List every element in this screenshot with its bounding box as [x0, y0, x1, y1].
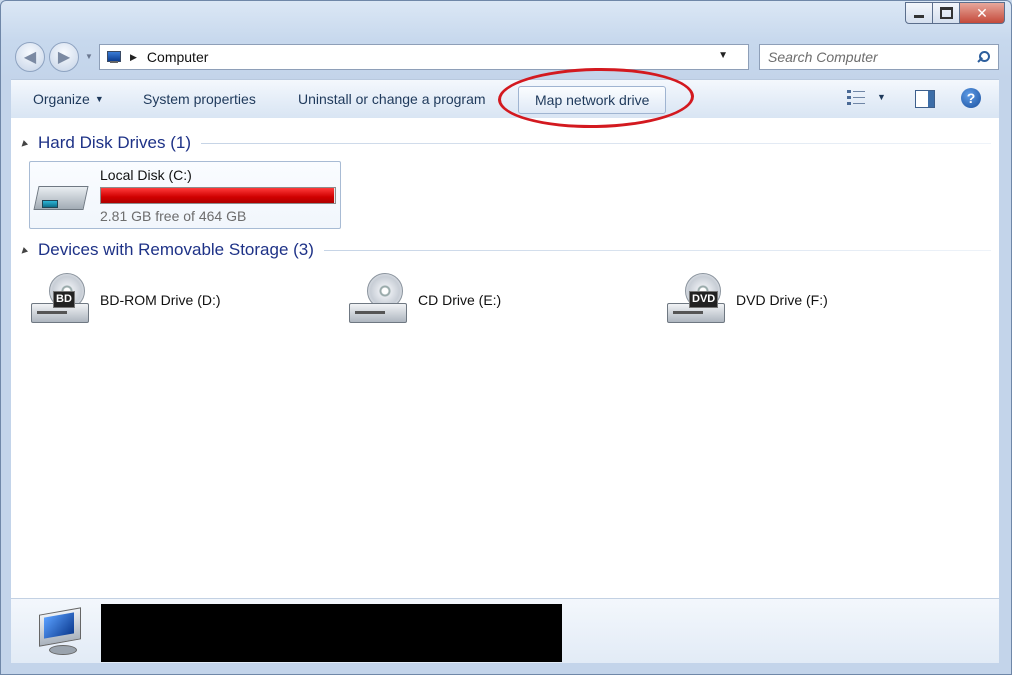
maximize-icon	[939, 7, 953, 19]
help-label: ?	[966, 90, 976, 106]
chevron-down-icon: ▼	[94, 94, 104, 104]
view-dropdown-icon[interactable]: ▼	[877, 92, 886, 102]
group-divider	[323, 249, 991, 251]
recent-pages-dropdown[interactable]: ▼	[85, 52, 93, 61]
minimize-button[interactable]	[905, 2, 933, 24]
minimize-icon	[914, 14, 924, 18]
address-dropdown-icon[interactable]: ▼	[718, 50, 728, 61]
organize-label: Organize	[33, 91, 90, 107]
preview-pane-icon[interactable]	[915, 90, 935, 108]
search-box[interactable]: Search Computer	[759, 44, 999, 70]
breadcrumb-computer[interactable]: Computer	[147, 49, 208, 65]
bd-badge: BD	[53, 291, 75, 308]
system-properties-button[interactable]: System properties	[133, 80, 266, 118]
group-header-removable[interactable]: ◀ Devices with Removable Storage (3)	[11, 239, 991, 261]
command-bar: Organize ▼ System properties Uninstall o…	[11, 79, 999, 119]
redacted-details	[101, 604, 562, 662]
caption-buttons: ✕	[905, 2, 1005, 24]
uninstall-program-label: Uninstall or change a program	[298, 91, 486, 107]
drive-usage-fill	[101, 188, 334, 203]
search-icon[interactable]	[977, 51, 990, 63]
group-title-removable: Devices with Removable Storage (3)	[38, 240, 314, 259]
explorer-window: ✕ ◀ ▶ ▼ ▶ Computer ▼ ⇆ Search Computer O…	[0, 0, 1012, 675]
dvd-drive-icon: DVD	[667, 273, 727, 329]
drive-name-e: CD Drive (E:)	[418, 292, 502, 308]
uninstall-program-button[interactable]: Uninstall or change a program	[288, 80, 496, 118]
hard-disk-icon	[33, 178, 89, 218]
computer-icon	[106, 51, 122, 63]
group-header-hard-disk[interactable]: ◀ Hard Disk Drives (1)	[11, 132, 991, 154]
close-button[interactable]: ✕	[960, 2, 1005, 24]
map-network-drive-button[interactable]: Map network drive	[518, 86, 667, 114]
search-input[interactable]: Search Computer	[768, 49, 978, 65]
drive-name-c: Local Disk (C:)	[100, 167, 192, 183]
collapse-triangle-icon[interactable]: ◀	[18, 137, 30, 149]
dvd-badge: DVD	[689, 291, 719, 308]
drive-name-f: DVD Drive (F:)	[736, 292, 828, 308]
details-pane	[11, 598, 999, 663]
close-icon: ✕	[976, 4, 988, 21]
breadcrumb-chevron-icon[interactable]: ▶	[130, 52, 137, 63]
group-title-hard-disk: Hard Disk Drives (1)	[38, 133, 192, 152]
cd-drive-icon	[349, 273, 409, 329]
view-options-icon[interactable]	[847, 89, 867, 109]
computer-icon	[33, 607, 89, 657]
drive-tile-local-disk[interactable]: Local Disk (C:) 2.81 GB free of 464 GB	[29, 161, 341, 229]
forward-button[interactable]: ▶	[49, 42, 79, 72]
drive-usage-bar	[100, 187, 336, 204]
maximize-button[interactable]	[933, 2, 960, 24]
drive-free-space: 2.81 GB free of 464 GB	[100, 208, 247, 224]
map-network-drive-label: Map network drive	[535, 92, 650, 108]
group-divider	[201, 142, 991, 144]
organize-button[interactable]: Organize ▼	[23, 80, 114, 118]
content-pane: ◀ Hard Disk Drives (1) Local Disk (C:) 2…	[11, 118, 999, 598]
back-button[interactable]: ◀	[15, 42, 45, 72]
help-icon[interactable]: ?	[961, 88, 981, 108]
navigation-bar: ◀ ▶ ▼ ▶ Computer ▼ ⇆ Search Computer	[11, 41, 999, 73]
bd-rom-drive-icon: BD	[31, 273, 91, 329]
system-properties-label: System properties	[143, 91, 256, 107]
forward-arrow-icon: ▶	[57, 49, 71, 66]
address-bar[interactable]: ▶ Computer ▼ ⇆	[99, 44, 772, 70]
collapse-triangle-icon[interactable]: ◀	[18, 244, 30, 256]
back-arrow-icon: ◀	[23, 49, 37, 66]
drive-name-d: BD-ROM Drive (D:)	[100, 292, 221, 308]
